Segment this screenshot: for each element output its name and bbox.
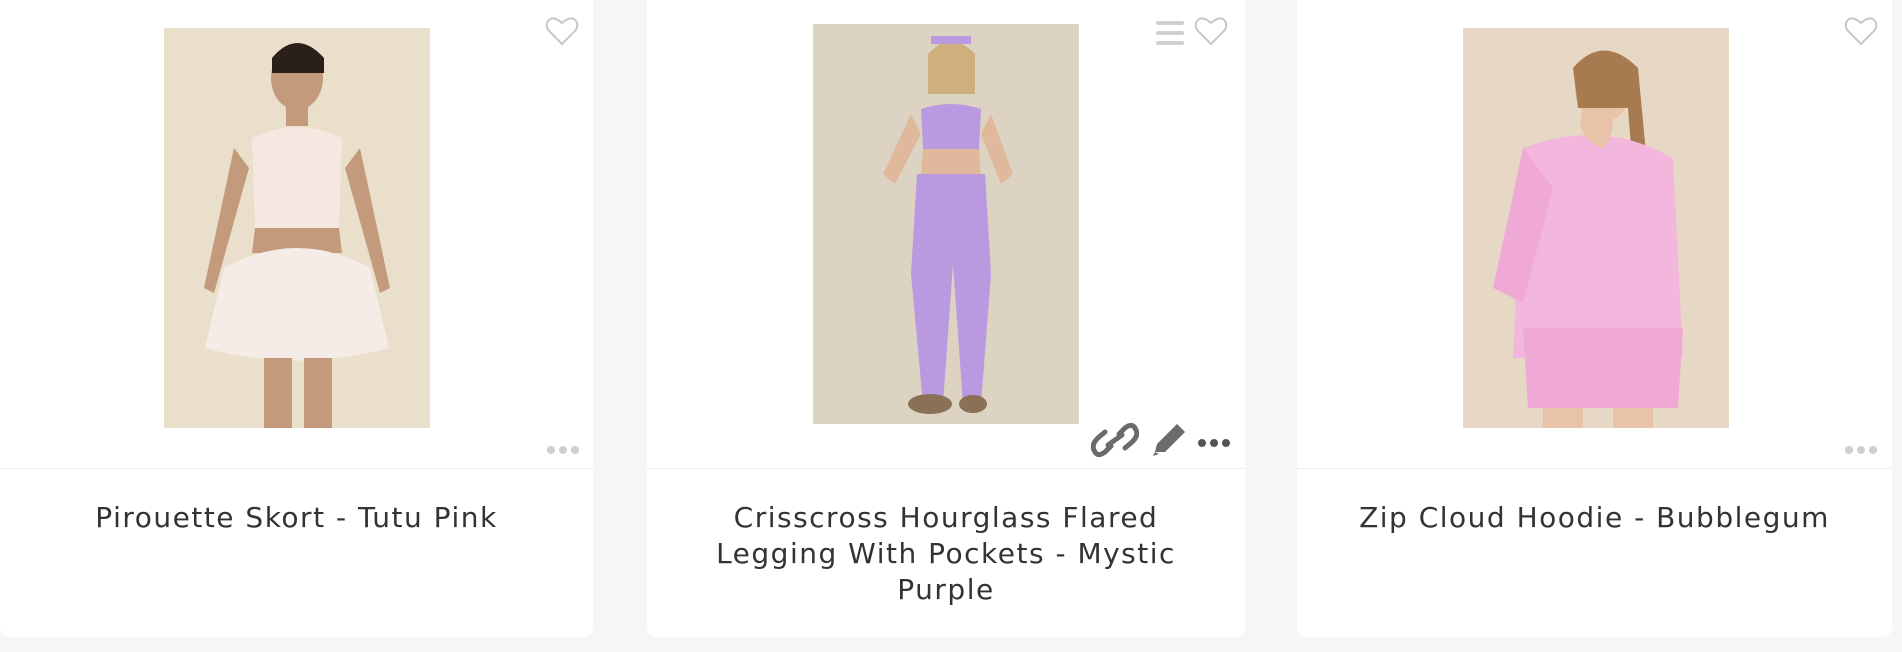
- product-title[interactable]: Crisscross Hourglass Flared Legging With…: [687, 500, 1205, 608]
- product-image[interactable]: [1463, 28, 1729, 428]
- more-horizontal-icon[interactable]: [546, 440, 580, 454]
- hamburger-menu-icon[interactable]: [1155, 19, 1185, 47]
- product-grid: Pirouette Skort - Tutu Pink Crisscross H…: [0, 0, 1902, 652]
- product-title[interactable]: Zip Cloud Hoodie - Bubblegum: [1337, 500, 1852, 536]
- more-horizontal-icon[interactable]: [1844, 440, 1878, 454]
- heart-outline-icon[interactable]: [545, 16, 579, 46]
- card-divider: [0, 468, 593, 469]
- product-card-zip-cloud-hoodie[interactable]: Zip Cloud Hoodie - Bubblegum: [1297, 0, 1892, 637]
- product-photo-hoodie: [1463, 28, 1729, 428]
- product-image[interactable]: [813, 24, 1079, 424]
- product-photo-skort: [164, 28, 430, 428]
- product-card-crisscross-legging[interactable]: Crisscross Hourglass Flared Legging With…: [647, 0, 1245, 637]
- card-divider: [647, 468, 1245, 469]
- heart-outline-icon[interactable]: [1844, 16, 1878, 46]
- link-icon[interactable]: [1090, 420, 1140, 460]
- product-title[interactable]: Pirouette Skort - Tutu Pink: [40, 500, 553, 536]
- pencil-icon[interactable]: [1149, 420, 1189, 460]
- product-image[interactable]: [164, 28, 430, 428]
- more-horizontal-icon[interactable]: [1197, 435, 1231, 449]
- heart-outline-icon[interactable]: [1194, 16, 1228, 46]
- product-card-pirouette-skort[interactable]: Pirouette Skort - Tutu Pink: [0, 0, 593, 637]
- card-divider: [1297, 468, 1892, 469]
- product-photo-legging: [813, 24, 1079, 424]
